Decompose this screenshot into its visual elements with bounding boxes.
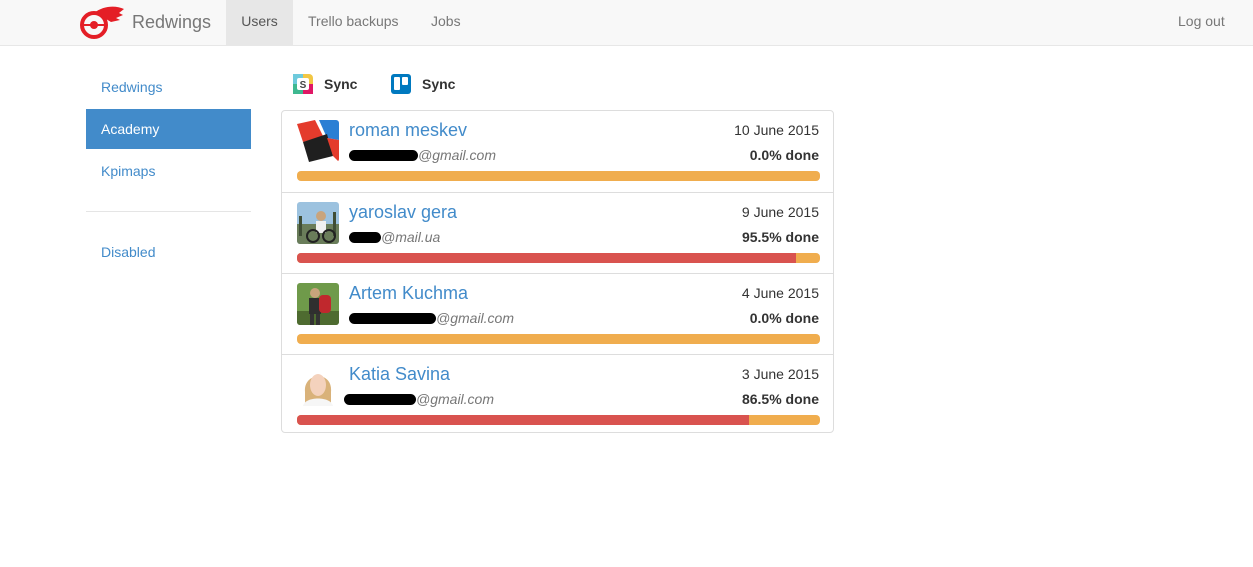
sidebar-item-academy[interactable]: Academy (86, 109, 251, 149)
user-row: Katia Savina 3 June 2015 @gmail.com 86.5… (282, 354, 833, 436)
brand-name: Redwings (132, 12, 212, 32)
progress-bar (297, 171, 820, 181)
slack-sync-button[interactable]: S Sync (293, 73, 357, 95)
sidebar-item-redwings[interactable]: Redwings (86, 67, 251, 107)
email-domain: @gmail.com (436, 310, 515, 326)
user-row: yaroslav gera 9 June 2015 @mail.ua 95.5%… (282, 192, 833, 274)
progress-text: 0.0% done (749, 310, 819, 326)
user-email: @gmail.com (349, 147, 496, 165)
nav-item-trello-backups[interactable]: Trello backups (308, 0, 399, 45)
user-avatar[interactable] (297, 283, 339, 325)
trello-sync-label: Sync (422, 76, 456, 92)
sidebar-divider (86, 211, 251, 212)
email-domain: @mail.ua (381, 229, 441, 245)
progress-bar (297, 253, 820, 263)
email-domain: @gmail.com (416, 391, 495, 407)
user-name[interactable]: yaroslav gera (349, 202, 457, 223)
nav-item-users[interactable]: Users (226, 0, 293, 45)
user-date: 10 June 2015 (734, 122, 819, 138)
user-name[interactable]: Artem Kuchma (349, 283, 468, 304)
trello-sync-button[interactable]: Sync (391, 73, 455, 95)
slack-icon: S (293, 74, 313, 94)
redaction-bar (349, 232, 381, 243)
redwings-logo-icon (80, 6, 124, 39)
redaction-bar (349, 150, 418, 161)
user-row: roman meskev 10 June 2015 @gmail.com 0.0… (282, 111, 833, 192)
redaction-bar (344, 394, 416, 405)
slack-sync-label: Sync (324, 76, 358, 92)
user-avatar[interactable] (297, 120, 339, 162)
progress-bar-fill (297, 253, 797, 263)
user-email: @gmail.com (344, 391, 495, 409)
user-date: 4 June 2015 (741, 285, 819, 301)
progress-text: 86.5% done (741, 391, 819, 407)
user-email: @mail.ua (349, 229, 440, 247)
redaction-bar (349, 313, 436, 324)
user-date: 3 June 2015 (741, 366, 819, 382)
progress-bar-fill (297, 415, 750, 425)
svg-text:S: S (300, 80, 307, 91)
brand-link[interactable]: Redwings (79, 5, 211, 40)
progress-text: 95.5% done (741, 229, 819, 245)
progress-text: 0.0% done (749, 147, 819, 163)
user-avatar[interactable] (297, 202, 339, 244)
user-row: Artem Kuchma 4 June 2015 @gmail.com 0.0%… (282, 273, 833, 355)
user-date: 9 June 2015 (741, 204, 819, 220)
sidebar-item-disabled[interactable]: Disabled (86, 232, 251, 272)
top-navbar: Redwings Users Trello backups Jobs Log o… (0, 0, 1253, 46)
trello-icon (391, 74, 411, 94)
email-domain: @gmail.com (418, 147, 497, 163)
user-name[interactable]: roman meskev (349, 120, 467, 141)
logout-link[interactable]: Log out (1178, 0, 1225, 45)
user-email: @gmail.com (349, 310, 514, 328)
user-name[interactable]: Katia Savina (349, 364, 450, 385)
user-list: roman meskev 10 June 2015 @gmail.com 0.0… (281, 110, 834, 433)
progress-bar (297, 334, 820, 344)
sidebar-item-kpimaps[interactable]: Kpimaps (86, 151, 251, 191)
user-avatar[interactable] (297, 364, 339, 406)
progress-bar (297, 415, 820, 425)
nav-item-jobs[interactable]: Jobs (431, 0, 461, 45)
